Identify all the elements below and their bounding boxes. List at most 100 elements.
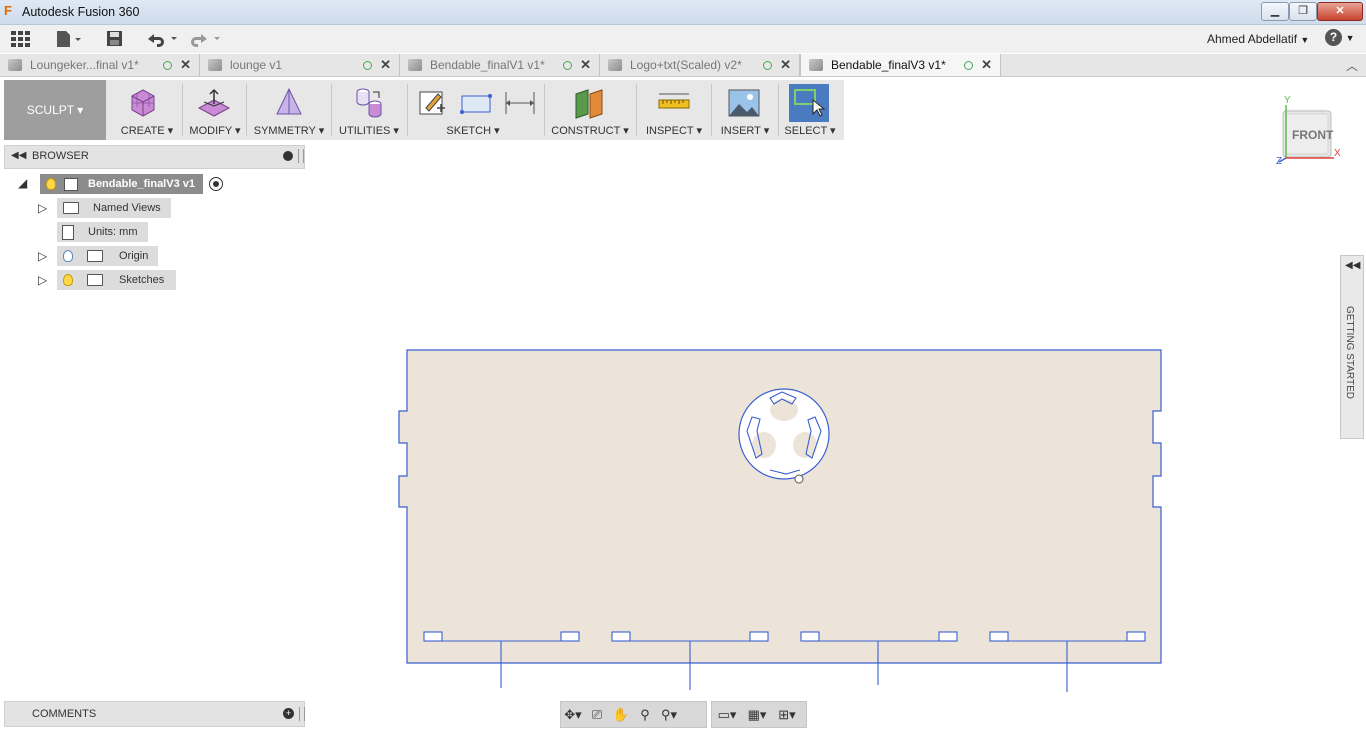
component-icon (64, 177, 78, 191)
quick-access-toolbar: Ahmed Abdellatif ▼ ? ▼ (0, 25, 1366, 53)
close-tab-icon[interactable]: ✕ (180, 57, 191, 73)
insert-image-icon (728, 89, 760, 117)
collapse-browser-icon[interactable]: ◀◀ (11, 150, 26, 161)
component-icon (608, 59, 622, 71)
browser-item-origin[interactable]: Origin (57, 246, 159, 266)
workspace-switcher[interactable]: SCULPT ▾ (4, 80, 106, 140)
comments-title: COMMENTS (32, 708, 97, 720)
sync-status-icon (363, 60, 373, 70)
ribbon-separator (407, 84, 408, 136)
tab-logo-txt[interactable]: Logo+txt(Scaled) v2* ✕ (600, 54, 800, 76)
user-menu[interactable]: Ahmed Abdellatif ▼ (1207, 32, 1309, 46)
document-tab-bar: Loungeker...final v1* ✕ lounge v1 ✕ Bend… (0, 54, 1366, 77)
folder-icon (63, 202, 79, 214)
tab-lounge[interactable]: lounge v1 ✕ (200, 54, 400, 76)
close-tab-icon[interactable]: ✕ (380, 57, 391, 73)
folder-icon (87, 250, 103, 262)
axis-z-label: Z (1276, 156, 1283, 167)
browser-item-units[interactable]: Units: mm (57, 222, 148, 242)
axis-y-label: Y (1284, 95, 1291, 106)
viewports-icon[interactable]: ⊞▾ (772, 707, 802, 723)
pan-hand-icon[interactable]: ✋ (609, 707, 633, 723)
minimize-button[interactable]: ▁ (1261, 2, 1289, 21)
sketch-profile[interactable] (395, 345, 1170, 695)
browser-item-named-views[interactable]: Named Views (57, 198, 171, 218)
measure-ruler-icon (658, 93, 690, 109)
ribbon-separator (711, 84, 712, 136)
save-icon[interactable] (106, 29, 124, 49)
expand-origin-icon[interactable]: ▷ (38, 249, 47, 263)
visibility-bulb-icon[interactable] (46, 178, 56, 190)
modify-group[interactable]: MODIFY ▾ (184, 80, 246, 140)
symmetry-icon (276, 87, 302, 115)
utilities-group[interactable]: UTILITIES ▾ (333, 80, 405, 140)
pin-panel-icon[interactable] (299, 707, 305, 721)
modify-form-icon (197, 88, 231, 117)
sync-status-icon (163, 60, 173, 70)
inspect-group[interactable]: INSPECT ▾ (638, 80, 710, 140)
viewcube[interactable]: FRONT Y X Z (1276, 95, 1346, 170)
help-icon[interactable]: ? (1325, 29, 1342, 46)
look-at-icon[interactable]: ⎚ (585, 707, 609, 723)
select-window-icon (789, 84, 829, 122)
symmetry-group[interactable]: SYMMETRY ▾ (248, 80, 330, 140)
visibility-bulb-icon[interactable] (63, 250, 73, 262)
construct-plane-icon (575, 89, 603, 119)
rectangle-sketch-icon (460, 94, 492, 114)
orbit-icon[interactable]: ✥▾ (561, 707, 585, 723)
design-canvas[interactable] (395, 345, 1170, 695)
tab-bendable-finalv3[interactable]: Bendable_finalV3 v1* ✕ (800, 54, 1001, 76)
collapse-root-icon[interactable]: ◢ (18, 176, 27, 190)
chevron-up-icon[interactable]: ︿ (1346, 57, 1358, 74)
getting-started-panel[interactable]: ◀◀ GETTING STARTED (1340, 255, 1364, 439)
ribbon-separator (778, 84, 779, 136)
axis-x-label: X (1334, 148, 1341, 159)
close-tab-icon[interactable]: ✕ (580, 57, 591, 73)
create-sketch-icon (419, 91, 445, 115)
viewcube-front-face[interactable]: FRONT (1292, 128, 1333, 142)
insert-group[interactable]: INSERT ▾ (713, 80, 777, 140)
ribbon-separator (544, 84, 545, 136)
expand-panel-icon[interactable]: ◀◀ (1345, 260, 1360, 271)
redo-icon[interactable] (190, 29, 224, 49)
add-comment-icon[interactable]: + (283, 708, 294, 719)
ribbon-separator (246, 84, 247, 136)
grid-settings-icon[interactable]: ▦▾ (742, 707, 772, 723)
sync-status-icon (763, 60, 773, 70)
close-window-button[interactable]: ✕ (1317, 2, 1363, 21)
browser-panel-header[interactable]: ◀◀ BROWSER (4, 145, 305, 169)
fusion-logo-icon: F (4, 3, 12, 18)
ribbon-separator (636, 84, 637, 136)
units-document-icon (62, 224, 74, 240)
comments-panel[interactable]: COMMENTS + (4, 701, 305, 727)
select-group[interactable]: SELECT ▾ (780, 80, 840, 140)
expand-named-views-icon[interactable]: ▷ (38, 201, 47, 215)
sketch-group[interactable]: SKETCH ▾ (409, 80, 537, 140)
utilities-cylinders-icon (356, 88, 382, 118)
file-menu-icon[interactable] (55, 29, 83, 49)
minimize-panel-icon[interactable] (283, 151, 293, 161)
expand-sketches-icon[interactable]: ▷ (38, 273, 47, 287)
close-tab-icon[interactable]: ✕ (780, 57, 791, 73)
construct-group[interactable]: CONSTRUCT ▾ (546, 80, 634, 140)
browser-item-sketches[interactable]: Sketches (57, 270, 177, 290)
fit-zoom-icon[interactable]: ⚲▾ (657, 707, 681, 723)
title-bar: F Autodesk Fusion 360 ▁ ❐ ✕ (0, 0, 1366, 25)
browser-root-item[interactable]: Bendable_finalV3 v1 (40, 174, 223, 194)
create-group[interactable]: CREATE ▾ (112, 80, 182, 140)
undo-icon[interactable] (145, 29, 179, 49)
sync-status-icon (964, 60, 974, 70)
zoom-icon[interactable]: ⚲ (633, 707, 657, 723)
restore-button[interactable]: ❐ (1289, 2, 1317, 21)
activate-radio-icon[interactable] (209, 177, 223, 191)
help-menu[interactable]: ? ▼ (1325, 29, 1355, 46)
data-panel-grid-icon[interactable] (10, 29, 30, 49)
tab-bendable-finalv1[interactable]: Bendable_finalV1 v1* ✕ (400, 54, 600, 76)
visibility-bulb-icon[interactable] (63, 274, 73, 286)
sketch-point[interactable] (794, 474, 804, 484)
folder-icon (87, 274, 103, 286)
pin-panel-icon[interactable] (298, 149, 304, 163)
close-tab-icon[interactable]: ✕ (981, 57, 992, 73)
tab-loungeker[interactable]: Loungeker...final v1* ✕ (0, 54, 200, 76)
display-settings-icon[interactable]: ▭▾ (712, 707, 742, 723)
